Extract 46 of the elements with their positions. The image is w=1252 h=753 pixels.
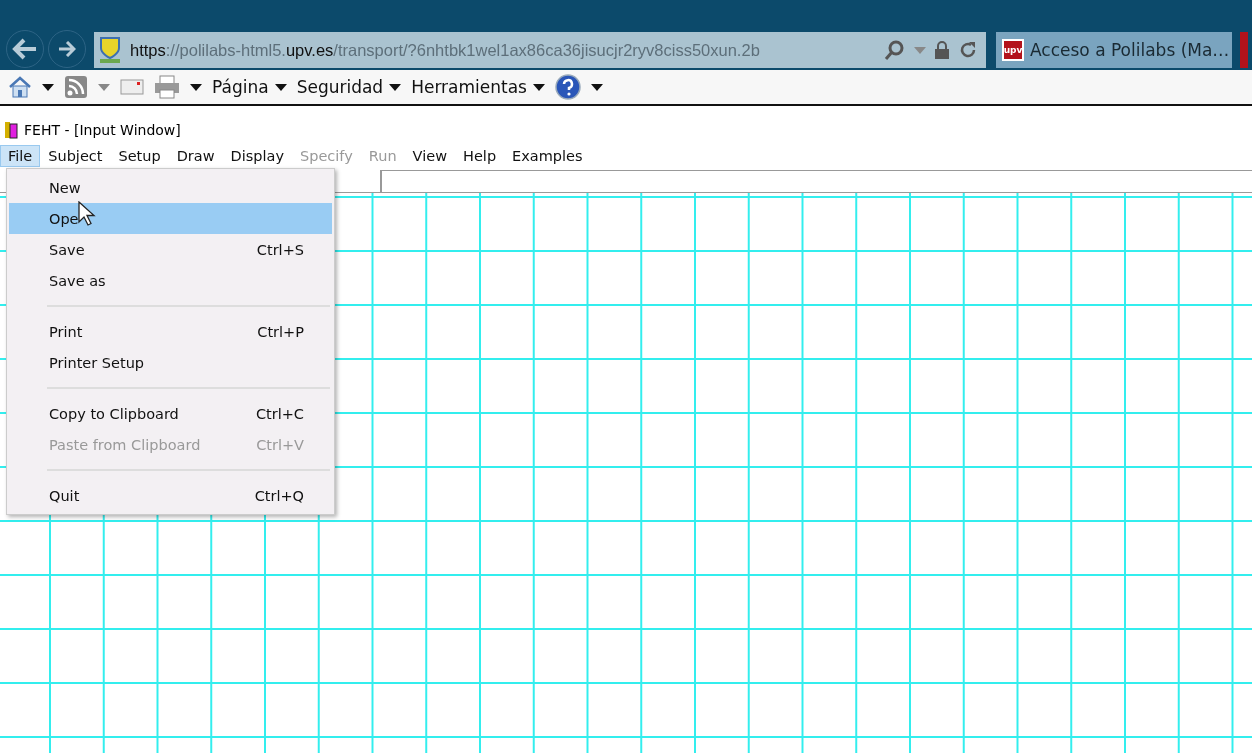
url-text: https://polilabs-html5.upv.es/transport/?6nhtbk1wel1ax86ca36jisucjr2ryv8ciss50xun.2b [130, 40, 761, 60]
input-field[interactable] [381, 170, 1252, 192]
menu-bar-item[interactable]: Help [455, 145, 505, 167]
menu-bar-item[interactable]: Setup [110, 145, 169, 167]
printer-icon[interactable] [154, 75, 180, 100]
browser-tab[interactable]: upv Acceso a Polilabs (Ma… [996, 32, 1232, 69]
menu-bar-item[interactable]: Display [222, 145, 293, 167]
address-bar[interactable]: https://polilabs-html5.upv.es/transport/?6nhtbk1wel1ax86ca36jisucjr2ryv8ciss50xun.2b [94, 32, 986, 69]
caret-icon[interactable] [190, 83, 202, 91]
feed-icon[interactable] [64, 75, 88, 100]
shortcut-label: Ctrl+S [256, 241, 304, 258]
menu-bar-item[interactable]: Draw [168, 145, 223, 167]
app-icon [4, 120, 18, 139]
shortcut-label: Ctrl+C [255, 405, 304, 422]
back-button[interactable] [6, 30, 44, 69]
menu-item[interactable]: Save Ctrl+S [9, 234, 332, 265]
caret-icon[interactable] [590, 83, 603, 91]
command-menu[interactable]: Herramientas [411, 77, 545, 98]
search-icon[interactable] [884, 39, 906, 62]
caret-icon[interactable] [42, 83, 54, 91]
command-menu[interactable]: Página [212, 77, 287, 98]
menu-bar-item[interactable]: File [0, 145, 41, 167]
menu-item[interactable]: Print Ctrl+P [9, 316, 332, 347]
forward-button[interactable] [48, 30, 86, 69]
menu-item[interactable]: Save as [9, 265, 332, 296]
menu-bar-item[interactable]: Examples [504, 145, 591, 167]
menu-item[interactable]: Ope [9, 203, 332, 234]
shortcut-label: Ctrl+Q [254, 487, 304, 504]
tab-logo: upv [1002, 39, 1024, 62]
forward-arrow-icon [58, 41, 76, 58]
menu-item[interactable]: New [9, 172, 332, 203]
shortcut-label: Ctrl+P [257, 323, 304, 340]
menu-item[interactable]: Quit Ctrl+Q [9, 480, 332, 511]
shield-icon [98, 36, 122, 65]
menu-item[interactable]: Copy to Clipboard Ctrl+C [9, 398, 332, 429]
home-icon[interactable] [8, 75, 32, 100]
window-title: FEHT - [Input Window] [24, 121, 181, 138]
menu-bar-item[interactable]: View [404, 145, 456, 167]
command-menu[interactable]: Seguridad [296, 77, 402, 98]
help-icon[interactable] [554, 74, 581, 101]
lock-icon [934, 40, 950, 61]
menu-bar-item[interactable]: Subject [40, 145, 111, 167]
menu-item[interactable]: Printer Setup [9, 347, 332, 378]
cursor-icon [78, 201, 96, 227]
shortcut-label: Ctrl+V [256, 436, 304, 453]
back-arrow-icon [12, 38, 38, 61]
